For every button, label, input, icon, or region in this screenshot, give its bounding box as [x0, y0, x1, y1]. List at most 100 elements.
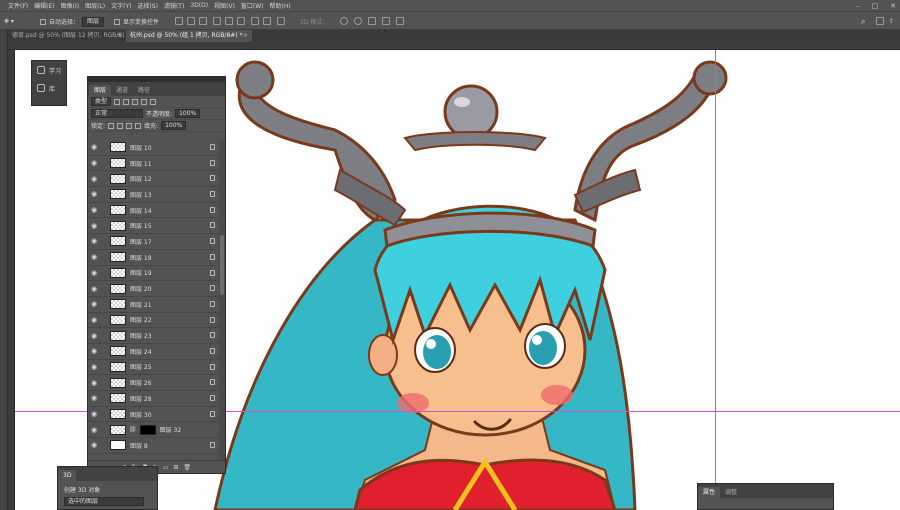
library-button[interactable]: 库	[32, 79, 66, 97]
visibility-eye-icon[interactable]: ◉	[88, 347, 100, 355]
visibility-eye-icon[interactable]: ◉	[88, 332, 100, 340]
lock-position-icon[interactable]	[126, 122, 133, 129]
lock-all-icon[interactable]	[135, 122, 142, 129]
layer-row[interactable]: ◉ 图层 12	[88, 171, 221, 188]
layer-row[interactable]: ◉ 图层 15	[88, 218, 221, 235]
visibility-eye-icon[interactable]: ◉	[88, 269, 100, 277]
visibility-eye-icon[interactable]: ◉	[88, 285, 100, 293]
align-right-icon[interactable]	[199, 17, 207, 25]
blend-mode-dropdown[interactable]: 正常	[91, 109, 143, 118]
tab-3d[interactable]: 3D	[58, 470, 77, 481]
visibility-eye-icon[interactable]: ◉	[88, 426, 100, 434]
minimize-icon[interactable]: –	[856, 2, 860, 10]
layer-row[interactable]: ◉ 图层 10	[88, 140, 221, 156]
layer-row[interactable]: ◉ 图层 20	[88, 281, 221, 297]
align-top-icon[interactable]	[213, 17, 221, 25]
orbit-3d-icon[interactable]	[340, 17, 348, 25]
scrollbar-thumb[interactable]	[220, 235, 224, 295]
layer-row[interactable]: ◉ 图层 18	[88, 250, 221, 266]
menu-window[interactable]: 窗口(W)	[241, 1, 264, 10]
move-tool-icon[interactable]: ✥ ▾	[4, 16, 14, 27]
menu-select[interactable]: 选择(S)	[137, 1, 158, 10]
layer-row[interactable]: ◉ 图层 13	[88, 187, 221, 203]
tab-document-2[interactable]: 杭州.psd @ 50% (组 1 拷贝, RGB/8#) * ×	[126, 30, 252, 42]
layer-row[interactable]: ◉ 图层 21	[88, 297, 221, 313]
menu-layer[interactable]: 图层(L)	[85, 1, 105, 10]
menu-edit[interactable]: 编辑(E)	[34, 1, 54, 10]
slide-3d-icon[interactable]	[382, 17, 390, 25]
distribute-icon[interactable]	[237, 17, 245, 25]
visibility-eye-icon[interactable]: ◉	[88, 394, 100, 402]
layer-mask-thumbnail[interactable]	[139, 424, 156, 435]
menu-view[interactable]: 视图(V)	[214, 1, 235, 10]
delete-layer-icon[interactable]: 🗑	[183, 464, 191, 471]
visibility-eye-icon[interactable]: ◉	[88, 363, 100, 371]
layer-row[interactable]: ◉ 图层 11	[88, 156, 221, 172]
align-left-icon[interactable]	[175, 17, 183, 25]
tab-paths[interactable]: 路径	[133, 85, 155, 96]
layer-row[interactable]: ◉ 图层 30	[88, 407, 221, 423]
filter-pixel-icon[interactable]	[114, 98, 121, 105]
auto-align-icon[interactable]	[277, 17, 285, 25]
visibility-eye-icon[interactable]: ◉	[88, 175, 100, 183]
search-icon[interactable]: ⌕	[861, 16, 865, 27]
scale-3d-icon[interactable]	[396, 17, 404, 25]
align-center-icon[interactable]	[187, 17, 195, 25]
new-layer-icon[interactable]: ⊞	[173, 464, 178, 471]
tab-document-1[interactable]: 德育.psd @ 50% (图层 12 拷贝, RGB/8) ×	[8, 30, 126, 42]
share-icon[interactable]: ⇪	[889, 16, 894, 27]
menu-image[interactable]: 图像(I)	[61, 1, 79, 10]
roll-3d-icon[interactable]	[354, 17, 362, 25]
tab-close-icon[interactable]: ×	[117, 30, 122, 42]
visibility-eye-icon[interactable]: ◉	[88, 206, 100, 214]
tab-adjustments[interactable]: 调整	[720, 487, 742, 498]
show-transform-checkbox[interactable]: 显示变换控件	[114, 16, 159, 27]
lock-transparency-icon[interactable]	[108, 122, 115, 129]
tab-properties[interactable]: 属性	[698, 487, 721, 498]
visibility-eye-icon[interactable]: ◉	[88, 143, 100, 151]
new-group-icon[interactable]: ▭	[163, 464, 169, 471]
layer-row[interactable]: ◉ 图层 17	[88, 234, 221, 250]
filter-smart-icon[interactable]	[150, 98, 157, 105]
opacity-input[interactable]: 100%	[175, 109, 201, 118]
menu-help[interactable]: 帮助(H)	[270, 1, 291, 10]
layer-row[interactable]: ◉ 图层 19	[88, 266, 221, 282]
visibility-eye-icon[interactable]: ◉	[88, 441, 100, 449]
filter-kind-dropdown[interactable]: 类型	[91, 97, 112, 106]
visibility-eye-icon[interactable]: ◉	[88, 300, 100, 308]
tab-layers[interactable]: 图层	[89, 85, 112, 96]
distribute-v-icon[interactable]	[263, 17, 271, 25]
maximize-icon[interactable]: □	[872, 2, 879, 10]
filter-shape-icon[interactable]	[141, 98, 148, 105]
visibility-eye-icon[interactable]: ◉	[88, 222, 100, 230]
visibility-eye-icon[interactable]: ◉	[88, 237, 100, 245]
layer-row[interactable]: ◉ ⛓ 图层 32	[88, 422, 221, 439]
menu-file[interactable]: 文件(F)	[8, 1, 28, 10]
learn-button[interactable]: 学习	[32, 61, 66, 79]
pan-3d-icon[interactable]	[368, 17, 376, 25]
menu-filter[interactable]: 滤镜(T)	[164, 1, 184, 10]
menu-type[interactable]: 文字(Y)	[111, 1, 131, 10]
layer-row[interactable]: ◉ 图层 22	[88, 313, 221, 329]
source-dropdown[interactable]: 选中的图层	[64, 497, 144, 506]
fill-input[interactable]: 100%	[161, 121, 187, 130]
layer-row[interactable]: ◉ 图层 8	[88, 438, 221, 454]
layer-row[interactable]: ◉ 图层 25	[88, 360, 221, 376]
close-icon[interactable]: ✕	[890, 2, 896, 10]
tab-channels[interactable]: 通道	[111, 85, 133, 96]
tab-close-icon[interactable]: ×	[243, 30, 248, 42]
layer-row[interactable]: ◉ 图层 26	[88, 375, 221, 391]
auto-select-dropdown[interactable]: 图层	[82, 16, 105, 27]
visibility-eye-icon[interactable]: ◉	[88, 379, 100, 387]
visibility-eye-icon[interactable]: ◉	[88, 159, 100, 167]
distribute-h-icon[interactable]	[251, 17, 259, 25]
visibility-eye-icon[interactable]: ◉	[88, 316, 100, 324]
visibility-eye-icon[interactable]: ◉	[88, 253, 100, 261]
menu-3d[interactable]: 3D(D)	[190, 2, 208, 9]
workspace-icon[interactable]	[876, 17, 884, 25]
layers-scrollbar[interactable]	[219, 140, 225, 460]
filter-adjust-icon[interactable]	[123, 98, 130, 105]
align-middle-icon[interactable]	[225, 17, 233, 25]
layer-row[interactable]: ◉ 图层 28	[88, 391, 221, 407]
layer-row[interactable]: ◉ 图层 23	[88, 328, 221, 344]
